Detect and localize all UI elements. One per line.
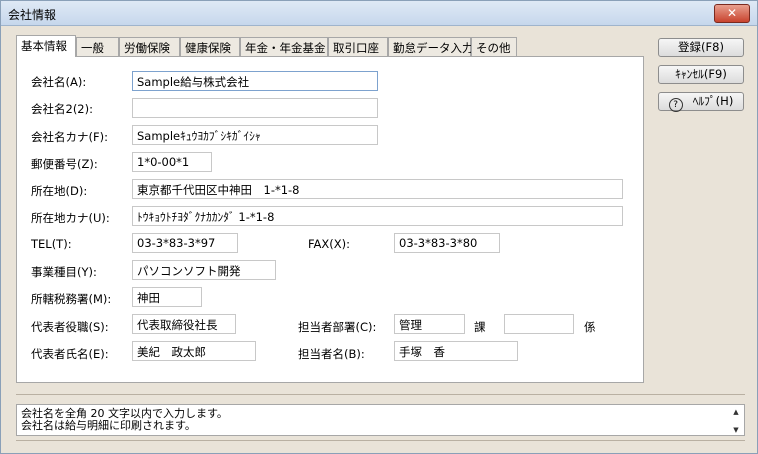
tab-health-insurance[interactable]: 健康保険 — [180, 37, 240, 56]
dept-ka-label: 課 — [474, 320, 486, 334]
company-name-kana-label: 会社名カナ(F): — [31, 130, 108, 144]
help-icon: ? — [668, 98, 683, 112]
rep-name-label: 代表者氏名(E): — [31, 347, 109, 361]
rep-name-field[interactable]: 美紀 政太郎 — [132, 341, 256, 361]
dept-label: 担当者部署(C): — [298, 320, 377, 334]
company-name-label: 会社名(A): — [31, 75, 87, 89]
close-button[interactable]: ✕ — [714, 4, 750, 23]
tax-office-label: 所轄税務署(M): — [31, 292, 112, 306]
register-button[interactable]: 登録(F8) — [658, 38, 744, 57]
rep-title-label: 代表者役職(S): — [31, 320, 109, 334]
tel-label: TEL(T): — [31, 237, 72, 251]
divider-bottom — [16, 440, 745, 441]
scroll-up-icon[interactable]: ▲ — [729, 406, 743, 418]
cancel-button[interactable]: ｷｬﾝｾﾙ(F9) — [658, 65, 744, 84]
dept-field[interactable]: 管理 — [394, 314, 465, 334]
tab-pension[interactable]: 年金・年金基金 — [240, 37, 328, 56]
help-button-label: ﾍﾙﾌﾟ(H) — [692, 94, 734, 108]
person-name-label: 担当者名(B): — [298, 347, 365, 361]
company-info-window: 会社情報 ✕ 基本情報 一般 労働保険 健康保険 年金・年金基金 取引口座 勤怠… — [0, 0, 758, 454]
scroll-down-icon[interactable]: ▼ — [729, 424, 743, 436]
tab-labor-insurance[interactable]: 労働保険 — [119, 37, 180, 56]
window-title: 会社情報 — [8, 8, 57, 22]
address-label: 所在地(D): — [31, 184, 88, 198]
fax-label: FAX(X): — [308, 237, 351, 251]
business-type-field[interactable]: パソコンソフト開発 — [132, 260, 276, 280]
kakari-label: 係 — [584, 320, 596, 334]
help-button[interactable]: ? ﾍﾙﾌﾟ(H) — [658, 92, 744, 112]
postal-code-label: 郵便番号(Z): — [31, 157, 98, 171]
postal-code-field[interactable]: 1*0-00*1 — [132, 152, 212, 172]
tax-office-field[interactable]: 神田 — [132, 287, 202, 307]
company-name2-label: 会社名2(2): — [31, 102, 93, 116]
person-name-field[interactable]: 手塚 香 — [394, 341, 518, 361]
rep-title-field[interactable]: 代表取締役社長 — [132, 314, 236, 334]
kakari-field[interactable] — [504, 314, 574, 334]
status-message-box: 会社名を全角 20 文字以内で入力します。 会社名は給与明細に印刷されます。 ▲… — [16, 404, 745, 436]
status-line-2: 会社名は給与明細に印刷されます。 — [21, 419, 196, 432]
message-scrollbar[interactable]: ▲ ▼ — [729, 406, 743, 434]
company-name-field[interactable]: Sample給与株式会社 — [132, 71, 378, 91]
company-name2-field[interactable] — [132, 98, 378, 118]
tab-other[interactable]: その他 — [471, 37, 517, 56]
title-bar: 会社情報 ✕ — [1, 1, 757, 26]
tab-general[interactable]: 一般 — [76, 37, 119, 56]
address-field[interactable]: 東京都千代田区中神田 1-*1-8 — [132, 179, 623, 199]
fax-field[interactable]: 03-3*83-3*80 — [394, 233, 500, 253]
address-kana-label: 所在地カナ(U): — [31, 211, 110, 225]
tel-field[interactable]: 03-3*83-3*97 — [132, 233, 238, 253]
business-type-label: 事業種目(Y): — [31, 265, 97, 279]
divider-top — [16, 394, 745, 395]
tab-bank-account[interactable]: 取引口座 — [328, 37, 388, 56]
address-kana-field[interactable]: ﾄｳｷｮｳﾄﾁﾖﾀﾞｸﾅｶｶﾝﾀﾞ 1-*1-8 — [132, 206, 623, 226]
tab-basic-info[interactable]: 基本情報 — [16, 35, 76, 57]
company-name-kana-field[interactable]: Sampleｷｭｳﾖｶﾌﾞｼｷｶﾞｲｼｬ — [132, 125, 378, 145]
tab-attendance-input[interactable]: 勤怠データ入力 — [388, 37, 474, 56]
